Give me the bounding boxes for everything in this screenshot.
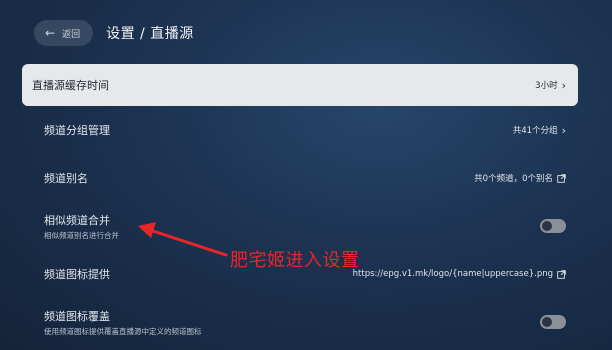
setting-value-text: 共0个频道，0个别名 xyxy=(474,174,553,184)
setting-value-text: https://epg.v1.mk/logo/{name|uppercase}.… xyxy=(352,269,553,279)
toggle-knob xyxy=(542,317,552,327)
setting-description: 使用频道图标提供覆盖直播源中定义的频道图标 xyxy=(44,326,202,336)
chevron-right-icon: › xyxy=(561,123,566,137)
setting-label: 频道分组管理 xyxy=(44,124,110,137)
settings-list: 直播源缓存时间 3小时 › 频道分组管理 共41个分组 › 频道别名 共0个频道… xyxy=(22,64,578,346)
setting-description: 相似频道别名进行合并 xyxy=(44,230,119,240)
setting-label-wrap: 频道图标覆盖 使用频道图标提供覆盖直播源中定义的频道图标 xyxy=(44,308,202,337)
setting-value: 共0个频道，0个别名 xyxy=(474,172,566,184)
setting-label-wrap: 直播源缓存时间 xyxy=(32,77,109,93)
setting-label: 频道图标提供 xyxy=(44,268,110,281)
setting-label-wrap: 频道图标提供 xyxy=(44,266,110,282)
setting-value: 共41个分组 › xyxy=(512,123,566,137)
annotation-text: 肥宅姬进入设置 xyxy=(230,250,360,271)
setting-cache-time[interactable]: 直播源缓存时间 3小时 › xyxy=(22,64,578,106)
setting-logo-override[interactable]: 频道图标覆盖 使用频道图标提供覆盖直播源中定义的频道图标 xyxy=(22,298,578,346)
setting-value-text: 共41个分组 xyxy=(512,126,558,136)
setting-group-management[interactable]: 频道分组管理 共41个分组 › xyxy=(22,106,578,154)
setting-value: 3小时 › xyxy=(535,78,566,92)
chevron-right-icon: › xyxy=(561,78,566,92)
setting-label-wrap: 相似频道合并 相似频道别名进行合并 xyxy=(44,212,119,241)
logo-override-toggle[interactable] xyxy=(540,315,566,329)
external-link-icon xyxy=(557,173,566,183)
setting-similar-merge[interactable]: 相似频道合并 相似频道别名进行合并 xyxy=(22,202,578,250)
back-button[interactable]: ← 返回 xyxy=(34,20,94,46)
setting-label: 频道别名 xyxy=(44,172,88,185)
setting-value: https://epg.v1.mk/logo/{name|uppercase}.… xyxy=(353,269,566,279)
setting-label: 直播源缓存时间 xyxy=(32,79,109,92)
page-title: 设置 / 直播源 xyxy=(106,26,194,42)
back-label: 返回 xyxy=(62,29,81,40)
similar-merge-toggle[interactable] xyxy=(540,219,566,233)
setting-label: 相似频道合并 xyxy=(44,213,110,227)
setting-label-wrap: 频道别名 xyxy=(44,170,88,186)
external-link-icon xyxy=(557,269,566,279)
setting-channel-alias[interactable]: 频道别名 共0个频道，0个别名 xyxy=(22,154,578,202)
arrow-left-icon: ← xyxy=(45,26,56,40)
toggle-knob xyxy=(542,221,552,231)
setting-label-wrap: 频道分组管理 xyxy=(44,122,110,138)
setting-label: 频道图标覆盖 xyxy=(44,309,110,323)
setting-value-text: 3小时 xyxy=(535,81,558,91)
header: ← 返回 设置 / 直播源 xyxy=(34,19,194,47)
